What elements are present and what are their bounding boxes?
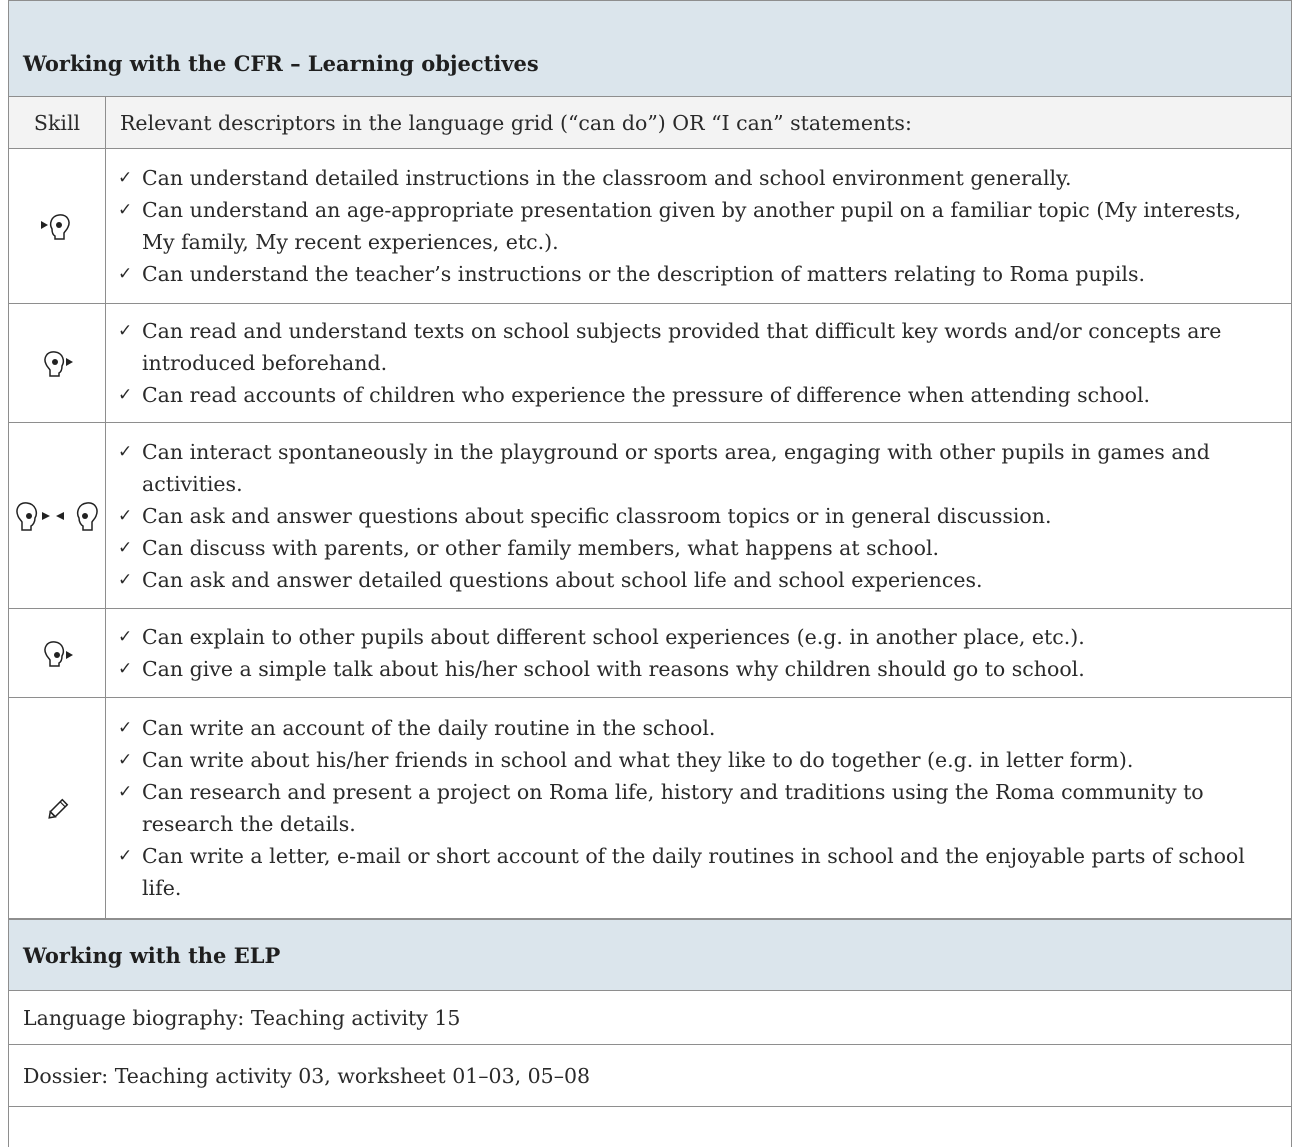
list-item: ✓ Can discuss with parents, or other fami… (118, 532, 1279, 564)
list-item: ✓ Can ask and answer detailed questions a… (118, 564, 1279, 596)
list-item: ✓ Can understand an age-appropriate prese… (118, 194, 1279, 258)
descriptors-cell: ✓ Can understand detailed instructions in… (105, 148, 1292, 304)
skill-column-header: Skill (8, 96, 106, 149)
check-icon: ✓ (118, 659, 133, 679)
cfr-table: Skill Relevant descriptors in the langua… (8, 96, 1292, 919)
list-item: ✓ Can read accounts of children who exper… (118, 379, 1279, 411)
cfr-table-header-row: Skill Relevant descriptors in the langua… (8, 96, 1292, 149)
list-item: ✓ Can explain to other pupils about diffe… (118, 621, 1279, 653)
check-icon: ✓ (118, 385, 133, 405)
descriptors-cell: ✓ Can write an account of the daily routi… (105, 697, 1292, 919)
table-row: ✓ Can interact spontaneously in the playg… (8, 422, 1292, 609)
spoken-production-icon (44, 641, 73, 667)
skill-cell (8, 697, 106, 919)
skill-cell (8, 148, 106, 304)
list-item: ✓ Can write a letter, e-mail or short acc… (118, 840, 1279, 904)
check-icon: ✓ (118, 505, 133, 526)
list-item: ✓ Can give a simple talk about his/her sc… (118, 653, 1279, 685)
descriptors-cell: ✓ Can read and understand texts on school… (105, 303, 1292, 423)
check-icon: ✓ (118, 846, 133, 866)
skill-cell (8, 303, 106, 423)
list-item: ✓ Can write about his/her friends in scho… (118, 744, 1279, 776)
list-item: ✓ Can understand detailed instructions in… (118, 162, 1279, 194)
elp-section-title: Working with the ELP (8, 919, 1292, 990)
descriptors-cell: ✓ Can explain to other pupils about diffe… (105, 608, 1292, 698)
descriptors-column-header: Relevant descriptors in the language gri… (105, 96, 1292, 149)
check-icon: ✓ (118, 264, 133, 284)
dossier-row: Dossier: Teaching activity 03, worksheet… (8, 1045, 1292, 1107)
check-icon: ✓ (118, 168, 133, 188)
listening-icon (41, 214, 70, 240)
writing-pencil-icon (48, 798, 69, 819)
skill-cell (8, 422, 106, 609)
check-icon: ✓ (118, 627, 133, 647)
reading-icon (44, 351, 73, 377)
spoken-interaction-icon (16, 501, 98, 531)
table-row: ✓ Can explain to other pupils about diffe… (8, 608, 1292, 698)
check-icon: ✓ (118, 718, 133, 738)
check-icon: ✓ (118, 537, 133, 558)
table-row: ✓ Can read and understand texts on school… (8, 303, 1292, 423)
list-item: ✓ Can research and present a project on R… (118, 776, 1279, 840)
list-item: ✓ Can write an account of the daily routi… (118, 712, 1279, 744)
learning-objectives-document: Working with the CFR – Learning objectiv… (8, 0, 1292, 1147)
check-icon: ✓ (118, 321, 133, 341)
skill-cell (8, 608, 106, 698)
empty-row (8, 1107, 1292, 1147)
language-biography-row: Language biography: Teaching activity 15 (8, 990, 1292, 1045)
descriptors-cell: ✓ Can interact spontaneously in the playg… (105, 422, 1292, 609)
list-item: ✓ Can read and understand texts on school… (118, 315, 1279, 379)
check-icon: ✓ (118, 441, 133, 462)
check-icon: ✓ (118, 200, 133, 220)
list-item: ✓ Can understand the teacher’s instructio… (118, 258, 1279, 290)
check-icon: ✓ (118, 569, 133, 590)
cfr-section-title: Working with the CFR – Learning objectiv… (8, 0, 1292, 96)
list-item: ✓ Can ask and answer questions about spec… (118, 500, 1279, 532)
table-row: ✓ Can understand detailed instructions in… (8, 148, 1292, 304)
list-item: ✓ Can interact spontaneously in the playg… (118, 436, 1279, 500)
check-icon: ✓ (118, 782, 133, 802)
check-icon: ✓ (118, 750, 133, 770)
table-row: ✓ Can write an account of the daily routi… (8, 697, 1292, 919)
